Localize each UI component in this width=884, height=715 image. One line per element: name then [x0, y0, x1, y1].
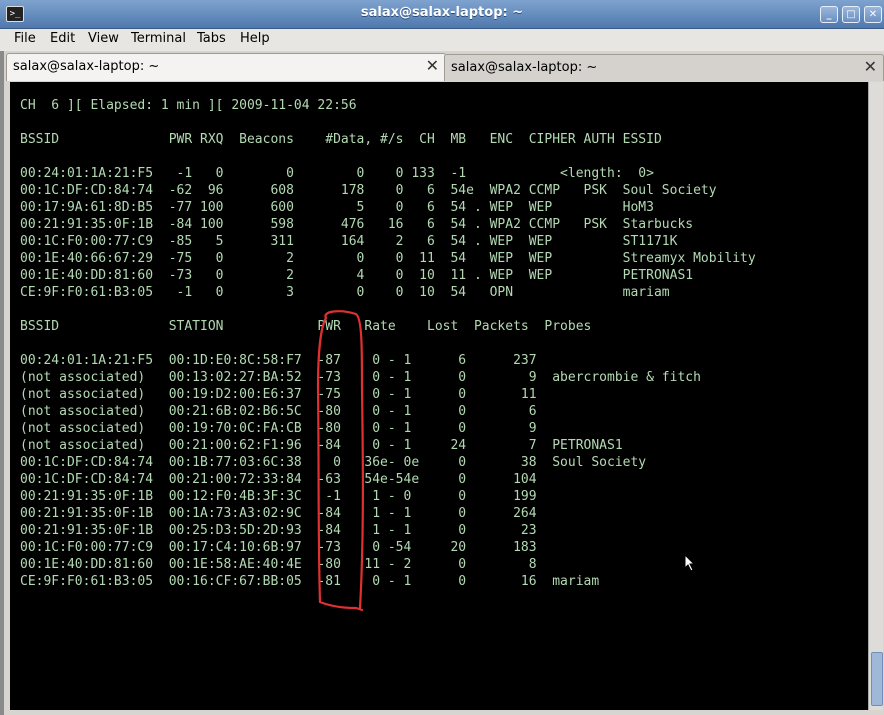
station-row: (not associated) 00:21:6B:02:B6:5C -80 0…	[20, 404, 537, 419]
station-row: 00:21:91:35:0F:1B 00:12:F0:4B:3F:3C -1 1…	[20, 489, 537, 504]
tab-terminal-2[interactable]: salax@salax-laptop: ~ ✕	[444, 54, 884, 81]
menu-edit[interactable]: Edit	[50, 31, 75, 46]
minimize-button[interactable]: _	[820, 6, 838, 23]
menu-terminal[interactable]: Terminal	[131, 31, 186, 46]
menu-view[interactable]: View	[88, 31, 119, 46]
window-titlebar[interactable]: >_ salax@salax-laptop: ~ _ □ ✕	[0, 0, 884, 29]
menu-help[interactable]: Help	[240, 31, 270, 46]
menu-tabs[interactable]: Tabs	[197, 31, 226, 46]
ap-row: 00:24:01:1A:21:F5 -1 0 0 0 0 133 -1 <len…	[20, 166, 654, 181]
close-tab-icon[interactable]: ✕	[426, 56, 439, 75]
close-window-button[interactable]: ✕	[864, 6, 882, 23]
pwr-annotation	[316, 310, 364, 612]
station-table-header: BSSID STATION PWR Rate Lost Packets Prob…	[20, 319, 592, 334]
desktop-edge	[0, 0, 4, 715]
station-row: (not associated) 00:19:70:0C:FA:CB -80 0…	[20, 421, 537, 436]
menu-file[interactable]: File	[14, 31, 36, 46]
airodump-output: CH 6 ][ Elapsed: 1 min ][ 2009-11-04 22:…	[20, 97, 756, 590]
ap-table-header: BSSID PWR RXQ Beacons #Data, #/s CH MB E…	[20, 132, 662, 147]
ap-row: 00:21:91:35:0F:1B -84 100 598 476 16 6 5…	[20, 217, 694, 232]
station-row: 00:1C:DF:CD:84:74 00:21:00:72:33:84 -63 …	[20, 472, 537, 487]
station-row: 00:1C:F0:00:77:C9 00:17:C4:10:6B:97 -73 …	[20, 540, 537, 555]
station-row: 00:21:91:35:0F:1B 00:1A:73:A3:02:9C -84 …	[20, 506, 537, 521]
station-row: CE:9F:F0:61:B3:05 00:16:CF:67:BB:05 -81 …	[20, 574, 600, 589]
tab-label: salax@salax-laptop: ~	[451, 60, 598, 75]
station-row: 00:21:91:35:0F:1B 00:25:D3:5D:2D:93 -84 …	[20, 523, 537, 538]
station-row: (not associated) 00:19:D2:00:E6:37 -75 0…	[20, 387, 537, 402]
terminal-output[interactable]: CH 6 ][ Elapsed: 1 min ][ 2009-11-04 22:…	[10, 82, 868, 710]
close-tab-icon[interactable]: ✕	[864, 57, 877, 76]
menu-bar: File Edit View Terminal Tabs Help	[0, 29, 884, 51]
station-row: 00:1E:40:DD:81:60 00:1E:58:AE:40:4E -80 …	[20, 557, 537, 572]
ap-row: CE:9F:F0:61:B3:05 -1 0 3 0 0 10 54 OPN m…	[20, 285, 670, 300]
terminal-scrollbar[interactable]	[868, 82, 883, 710]
tab-bar: salax@salax-laptop: ~ ✕ salax@salax-lapt…	[4, 52, 884, 81]
ap-row: 00:17:9A:61:8D:B5 -77 100 600 5 0 6 54 .…	[20, 200, 654, 215]
scrollbar-thumb[interactable]	[871, 652, 883, 706]
ap-row: 00:1C:DF:CD:84:74 -62 96 608 178 0 6 54e…	[20, 183, 717, 198]
ap-row: 00:1E:40:66:67:29 -75 0 2 0 0 11 54 WEP …	[20, 251, 756, 266]
ap-row: 00:1E:40:DD:81:60 -73 0 2 4 0 10 11 . WE…	[20, 268, 694, 283]
tab-terminal-1[interactable]: salax@salax-laptop: ~ ✕	[6, 53, 446, 81]
ap-row: 00:1C:F0:00:77:C9 -85 5 311 164 2 6 54 .…	[20, 234, 678, 249]
status-line: CH 6 ][ Elapsed: 1 min ][ 2009-11-04 22:…	[20, 98, 357, 113]
window-title: salax@salax-laptop: ~	[360, 5, 524, 20]
tab-label: salax@salax-laptop: ~	[13, 59, 160, 74]
maximize-button[interactable]: □	[842, 6, 860, 23]
station-row: 00:24:01:1A:21:F5 00:1D:E0:8C:58:F7 -87 …	[20, 353, 537, 368]
